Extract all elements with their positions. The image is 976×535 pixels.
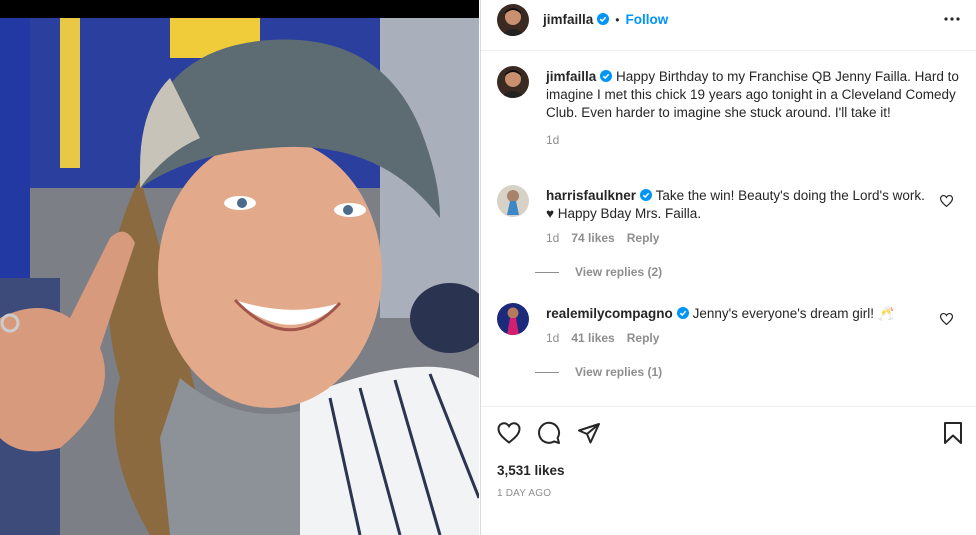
view-replies-label: View replies (1) — [575, 365, 663, 379]
verified-badge-icon — [597, 13, 610, 25]
comment-icon[interactable] — [537, 421, 561, 445]
verified-badge-icon — [640, 189, 653, 201]
comment-body: harrisfaulkner Take the win! Beauty's do… — [546, 187, 936, 248]
post-header: jimfailla • Follow — [481, 0, 976, 51]
replies-divider — [535, 272, 559, 274]
caption-time: 1d — [546, 132, 560, 147]
post-date: 1 DAY AGO — [497, 488, 552, 499]
follow-button[interactable]: Follow — [625, 12, 668, 27]
comment-meta: 1d 74 likes Reply — [546, 229, 936, 247]
post-actions: 3,531 likes 1 DAY AGO — [481, 406, 976, 535]
comment-likes[interactable]: 74 likes — [571, 231, 614, 245]
commenter-avatar[interactable] — [497, 185, 529, 217]
author-username[interactable]: jimfailla — [543, 12, 593, 27]
photo-top-bar — [0, 0, 479, 18]
comment-username[interactable]: realemilycompagno — [546, 306, 673, 321]
verified-badge-icon — [676, 307, 689, 319]
reply-button[interactable]: Reply — [627, 331, 660, 345]
view-replies-label: View replies (2) — [575, 265, 663, 279]
caption-avatar[interactable] — [497, 66, 529, 98]
comment-text: Jenny's everyone's dream girl! 🥂 — [692, 306, 895, 321]
comment-time: 1d — [546, 231, 560, 246]
more-options-icon[interactable] — [943, 11, 961, 27]
caption-username[interactable]: jimfailla — [546, 69, 596, 84]
author-avatar[interactable] — [497, 4, 529, 36]
comment-likes[interactable]: 41 likes — [571, 331, 614, 345]
post-photo[interactable] — [0, 0, 479, 535]
separator-dot: • — [615, 13, 620, 27]
comment-time: 1d — [546, 331, 560, 346]
comment-like-heart-icon[interactable] — [940, 195, 953, 207]
share-icon[interactable] — [577, 421, 601, 445]
comment-body: realemilycompagno Jenny's everyone's dre… — [546, 305, 936, 347]
verified-badge-icon — [600, 70, 613, 82]
replies-divider — [535, 372, 559, 374]
photo-image — [0, 18, 479, 535]
caption-body: jimfailla Happy Birthday to my Franchise… — [546, 68, 964, 149]
reply-button[interactable]: Reply — [627, 231, 660, 245]
commenter-avatar[interactable] — [497, 303, 529, 335]
comment-username[interactable]: harrisfaulkner — [546, 188, 636, 203]
view-replies-button[interactable]: View replies (2) — [535, 265, 662, 279]
header-user-line: jimfailla • Follow — [543, 12, 668, 27]
comment-meta: 1d 41 likes Reply — [546, 329, 936, 347]
heart-icon[interactable] — [497, 421, 521, 445]
post-detail-panel: jimfailla • Follow jimfailla Happy Birthda… — [480, 0, 976, 535]
like-count[interactable]: 3,531 likes — [497, 463, 565, 478]
bookmark-icon[interactable] — [941, 421, 965, 445]
comment-like-heart-icon[interactable] — [940, 313, 953, 325]
view-replies-button[interactable]: View replies (1) — [535, 365, 662, 379]
